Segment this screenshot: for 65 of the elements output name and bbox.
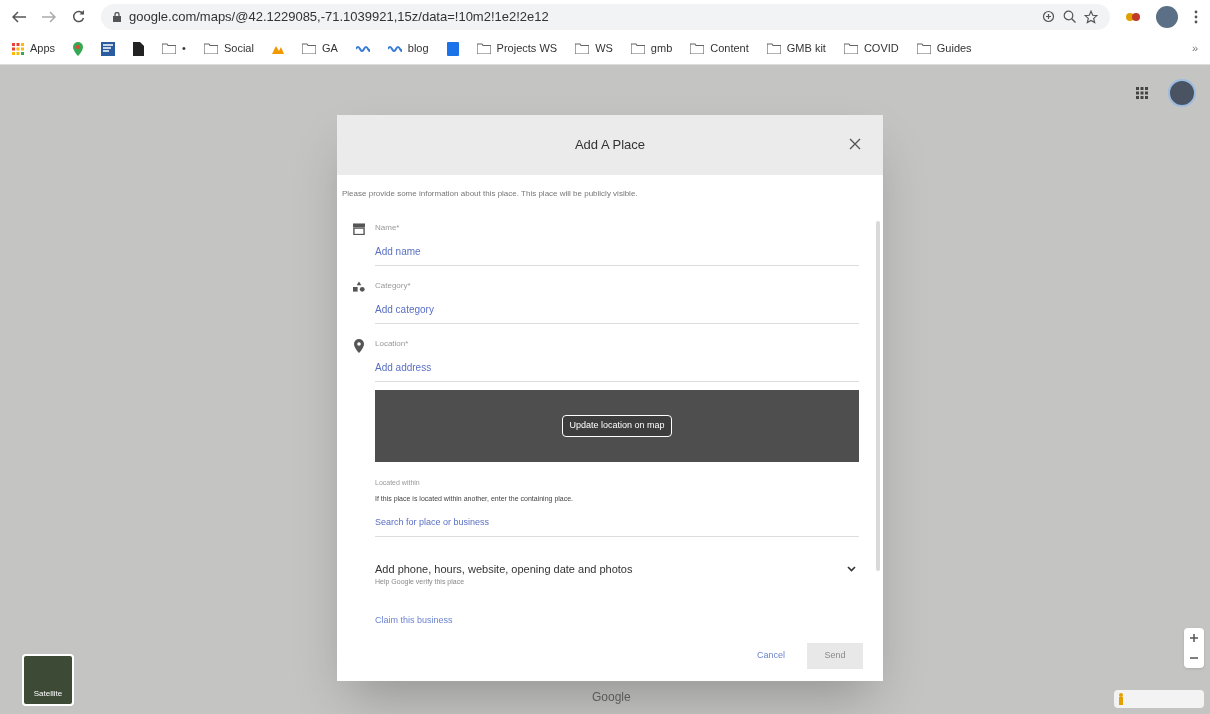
grid-icon — [12, 42, 24, 55]
document-icon[interactable] — [133, 41, 145, 56]
close-button[interactable] — [849, 137, 863, 151]
bookmark-folder[interactable]: COVID — [843, 40, 899, 57]
apps-grid-icon[interactable] — [1136, 87, 1148, 99]
bookmark-folder[interactable]: GA — [301, 40, 338, 57]
field-label: Name* — [375, 222, 401, 234]
store-icon — [353, 223, 365, 235]
claim-business-link[interactable]: Claim this business — [375, 587, 453, 627]
profile-avatar[interactable] — [1156, 5, 1178, 28]
location-pin-icon — [354, 339, 364, 353]
app-icon[interactable] — [101, 41, 116, 56]
extension-icon[interactable] — [1126, 12, 1140, 21]
url-text: google.com/maps/@42.1229085,-71.1039921,15z/data=!10m2!1e2!2e12 — [129, 7, 549, 26]
zoom-icon[interactable] — [1063, 10, 1076, 23]
bookmark-folder[interactable]: Projects WS — [476, 40, 558, 57]
folder-icon — [766, 43, 781, 54]
reload-icon[interactable] — [72, 10, 85, 23]
menu-icon[interactable] — [1194, 9, 1198, 24]
back-icon[interactable] — [12, 10, 26, 23]
bookmark-folder[interactable]: Guides — [916, 40, 972, 57]
search-place-field[interactable]: Search for place or business — [375, 516, 859, 537]
folder-icon — [916, 43, 931, 54]
satellite-toggle[interactable]: Satellite — [22, 654, 74, 706]
bookmark-apps[interactable]: Apps — [12, 40, 56, 57]
wave-icon[interactable] — [355, 44, 370, 53]
text-field[interactable]: Add category — [375, 302, 859, 324]
bookmark-link[interactable]: blog — [387, 40, 429, 57]
text-field[interactable]: Add name — [375, 244, 859, 266]
account-avatar[interactable] — [1168, 79, 1196, 107]
minus-icon — [1190, 654, 1198, 662]
square-icon[interactable] — [446, 41, 459, 56]
map-pin-icon[interactable] — [73, 41, 84, 56]
intro-text: Please provide some information about this place. This place will be publicly visible. — [341, 188, 639, 200]
bookmark-folder[interactable]: WS — [575, 40, 613, 57]
folder-icon — [203, 43, 218, 54]
folder-icon — [162, 43, 177, 54]
bookmark-folder[interactable]: Content — [690, 40, 749, 57]
scrollbar[interactable] — [876, 221, 880, 571]
folder-icon — [630, 43, 645, 54]
update-location-button[interactable]: Update location on map — [562, 415, 672, 437]
plus-icon — [1190, 634, 1198, 642]
location-target-icon[interactable] — [1042, 10, 1055, 23]
folder-icon — [843, 43, 858, 54]
cancel-button[interactable]: Cancel — [753, 643, 789, 669]
text-field[interactable]: Add address — [375, 360, 859, 382]
google-logo: Google — [592, 689, 631, 706]
section-title: Add phone, hours, website, opening date and photos — [375, 561, 633, 577]
field-label: Location* — [375, 338, 410, 350]
bookmark-folder[interactable]: GMB kit — [766, 40, 826, 57]
shapes-icon — [353, 281, 365, 293]
star-icon[interactable] — [1084, 9, 1098, 24]
bookmark-folder[interactable]: gmb — [630, 40, 673, 57]
folder-icon — [690, 43, 705, 54]
field-label: Category* — [375, 280, 412, 292]
address-bar[interactable]: google.com/maps/@42.1229085,-71.1039921,15z/data=!10m2!1e2!2e12 — [101, 3, 1110, 30]
lock-icon — [113, 11, 121, 22]
more-bookmarks-button[interactable]: » — [1191, 40, 1198, 57]
wave-icon — [387, 44, 402, 53]
dialog-title: Add A Place — [574, 136, 646, 155]
bookmark-folder[interactable]: • — [162, 40, 186, 57]
folder-icon — [301, 43, 316, 54]
folder-icon — [476, 43, 491, 54]
folder-icon — [575, 43, 590, 54]
bookmark-folder[interactable]: Social — [203, 40, 254, 57]
